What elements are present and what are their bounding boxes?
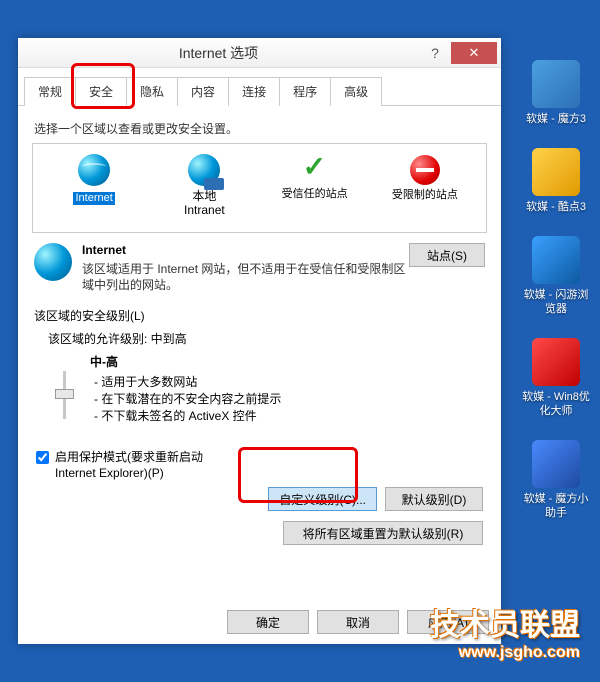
tab-connections[interactable]: 连接 [228, 77, 280, 106]
close-button[interactable]: ✕ [451, 42, 497, 64]
level-name: 中-高 [90, 353, 485, 370]
intranet-icon [188, 154, 220, 186]
protected-mode-row: 启用保护模式(要求重新启动 Internet Explorer)(P) [36, 449, 483, 481]
zones-box: Internet 本地 Intranet 受信任的站点 受限制的站点 [32, 143, 487, 233]
knife-icon [532, 338, 580, 386]
cube-icon [532, 60, 580, 108]
reset-all-button[interactable]: 将所有区域重置为默认级别(R) [283, 521, 483, 545]
tab-programs[interactable]: 程序 [279, 77, 331, 106]
desktop-icon[interactable]: 软媒 - Win8优化大师 [520, 338, 592, 418]
titlebar: Internet 选项 ? ✕ [18, 38, 501, 68]
protected-mode-checkbox[interactable] [36, 451, 49, 464]
level-info: 中-高 - 适用于大多数网站 - 在下载潜在的不安全内容之前提示 - 不下载未签… [90, 353, 485, 425]
tab-strip: 常规 安全 隐私 内容 连接 程序 高级 [18, 68, 501, 106]
desktop-icon[interactable]: 软媒 - 魔方3 [520, 60, 592, 126]
tab-content[interactable]: 内容 [177, 77, 229, 106]
zone-restricted[interactable]: 受限制的站点 [370, 154, 480, 222]
desktop-icon[interactable]: 软媒 - 魔方小助手 [520, 440, 592, 520]
hexagon-icon [532, 148, 580, 196]
zone-info-desc: 该区域适用于 Internet 网站，但不适用于在受信任和受限制区域中列出的网站… [82, 261, 409, 293]
tab-content-area: 选择一个区域以查看或更改安全设置。 Internet 本地 Intranet 受… [18, 106, 501, 559]
desktop-icon[interactable]: 软媒 - 闪游浏览器 [520, 236, 592, 316]
dialog-buttons: 确定 取消 应用(A) [227, 610, 489, 634]
desktop-icons: 软媒 - 魔方3 软媒 - 酷点3 软媒 - 闪游浏览器 软媒 - Win8优化… [520, 60, 592, 542]
ok-button[interactable]: 确定 [227, 610, 309, 634]
sites-button[interactable]: 站点(S) [409, 243, 485, 267]
level-heading: 该区域的安全级别(L) [34, 307, 485, 324]
security-level-section: 该区域的安全级别(L) 该区域的允许级别: 中到高 中-高 - 适用于大多数网站… [32, 303, 487, 549]
internet-options-dialog: Internet 选项 ? ✕ 常规 安全 隐私 内容 连接 程序 高级 选择一… [18, 38, 501, 644]
zone-label: 受限制的站点 [370, 189, 480, 202]
zone-info-text: Internet 该区域适用于 Internet 网站，但不适用于在受信任和受限… [82, 243, 409, 293]
globe-icon [78, 154, 110, 186]
browser-icon [532, 236, 580, 284]
slider-thumb[interactable] [55, 389, 74, 399]
level-bullet: - 适用于大多数网站 [94, 374, 485, 391]
zone-label: Internet [73, 192, 114, 205]
level-allowed: 该区域的允许级别: 中到高 [48, 330, 485, 347]
zone-instruction: 选择一个区域以查看或更改安全设置。 [34, 120, 487, 137]
checkmark-icon [301, 156, 329, 184]
default-level-button[interactable]: 默认级别(D) [385, 487, 483, 511]
custom-level-button[interactable]: 自定义级别(C)... [268, 487, 377, 511]
cancel-button[interactable]: 取消 [317, 610, 399, 634]
zone-info-title: Internet [82, 243, 409, 257]
zone-internet[interactable]: Internet [39, 154, 149, 222]
person-icon [532, 440, 580, 488]
level-bullet: - 在下载潜在的不安全内容之前提示 [94, 391, 485, 408]
protected-mode-label: 启用保护模式(要求重新启动 Internet Explorer)(P) [55, 449, 235, 481]
tab-privacy[interactable]: 隐私 [126, 77, 178, 106]
apply-button[interactable]: 应用(A) [407, 610, 489, 634]
globe-icon [34, 243, 72, 281]
tab-advanced[interactable]: 高级 [330, 77, 382, 106]
tab-general[interactable]: 常规 [24, 77, 76, 106]
help-button[interactable]: ? [419, 42, 451, 64]
restricted-icon [410, 155, 440, 185]
zone-local-intranet[interactable]: 本地 Intranet [149, 154, 259, 222]
security-level-slider[interactable] [48, 353, 80, 419]
tab-security[interactable]: 安全 [75, 77, 127, 106]
zone-info: Internet 该区域适用于 Internet 网站，但不适用于在受信任和受限… [32, 233, 487, 303]
dialog-title: Internet 选项 [18, 43, 419, 63]
zone-label: 受信任的站点 [260, 188, 370, 201]
zone-label: 本地 Intranet [149, 190, 259, 218]
desktop-icon[interactable]: 软媒 - 酷点3 [520, 148, 592, 214]
zone-trusted[interactable]: 受信任的站点 [260, 154, 370, 222]
watermark-url: www.jsgho.com [430, 644, 580, 662]
level-bullet: - 不下载未签名的 ActiveX 控件 [94, 408, 485, 425]
close-icon: ✕ [469, 45, 480, 61]
